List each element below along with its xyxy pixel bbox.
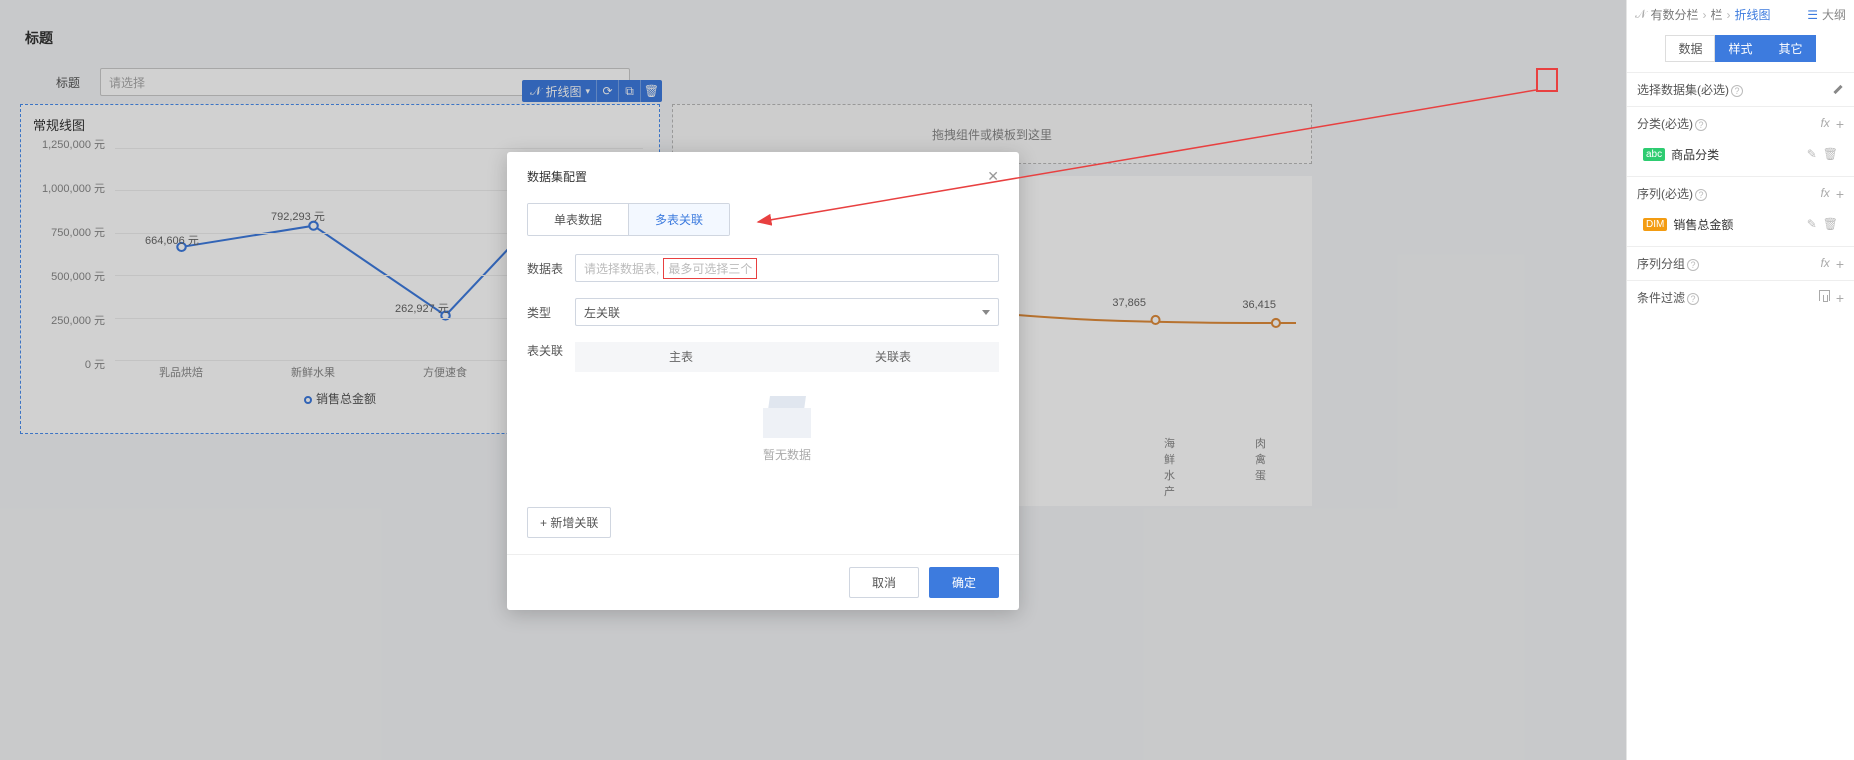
help-icon[interactable]: ? <box>1687 293 1699 305</box>
tab-other[interactable]: 其它 <box>1766 35 1816 62</box>
tab-single-table[interactable]: 单表数据 <box>528 204 629 235</box>
add-icon[interactable]: + <box>1836 116 1844 132</box>
edit-icon[interactable] <box>1832 84 1844 96</box>
placeholder-text: 请选择数据表, <box>584 260 659 277</box>
type-tag-abc: abc <box>1643 148 1665 161</box>
outline-button[interactable]: 大纲 <box>1822 6 1846 23</box>
ok-button[interactable]: 确定 <box>929 567 999 598</box>
pill-label: 商品分类 <box>1671 146 1801 163</box>
breadcrumb: 𝒩 有数分栏› 栏› 折线图 ☰ 大纲 <box>1627 0 1854 29</box>
help-icon[interactable]: ? <box>1695 119 1707 131</box>
breadcrumb-item[interactable]: 栏 <box>1711 6 1723 23</box>
chevron-down-icon <box>982 310 990 315</box>
section-title-group: 序列分组 <box>1637 257 1685 271</box>
section-title-dataset: 选择数据集(必选) <box>1637 83 1729 97</box>
right-panel: 𝒩 有数分栏› 栏› 折线图 ☰ 大纲 数据 样式 其它 选择数据集(必选)? … <box>1626 0 1854 760</box>
edit-icon[interactable]: ✎ <box>1807 147 1817 161</box>
col-main-table: 主表 <box>575 342 787 372</box>
dataset-config-modal: 数据集配置 ✕ 单表数据 多表关联 数据表 请选择数据表, 最多可选择三个 类型… <box>507 152 1019 610</box>
add-relation-button[interactable]: + 新增关联 <box>527 507 611 538</box>
type-tag-dim: DIM <box>1643 218 1667 231</box>
fx-icon[interactable]: fx <box>1820 116 1829 132</box>
empty-text: 暂无数据 <box>575 446 999 463</box>
close-icon[interactable]: ✕ <box>987 168 999 185</box>
tab-data[interactable]: 数据 <box>1665 35 1715 62</box>
breadcrumb-current: 折线图 <box>1735 6 1771 23</box>
section-title-filter: 条件过滤 <box>1637 291 1685 305</box>
tab-multi-table[interactable]: 多表关联 <box>629 204 729 235</box>
label-relation: 表关联 <box>527 342 575 359</box>
help-icon[interactable]: ? <box>1687 259 1699 271</box>
add-icon[interactable]: + <box>1836 256 1844 272</box>
empty-box-icon <box>759 396 815 438</box>
label-datatable: 数据表 <box>527 260 575 277</box>
chart-icon: 𝒩 <box>1635 7 1647 22</box>
tab-style[interactable]: 样式 <box>1715 35 1765 62</box>
fx-icon[interactable]: fx <box>1820 186 1829 202</box>
filter-icon[interactable] <box>1819 290 1830 301</box>
category-pill[interactable]: abc 商品分类 ✎ 🗑 <box>1637 140 1844 168</box>
cancel-button[interactable]: 取消 <box>849 567 919 598</box>
datatable-input[interactable]: 请选择数据表, 最多可选择三个 <box>575 254 999 282</box>
edit-icon[interactable]: ✎ <box>1807 217 1817 231</box>
section-title-series: 序列(必选) <box>1637 187 1693 201</box>
delete-icon[interactable]: 🗑 <box>1823 147 1838 161</box>
select-value: 左关联 <box>584 304 620 321</box>
breadcrumb-item[interactable]: 有数分栏 <box>1651 6 1699 23</box>
label-type: 类型 <box>527 304 575 321</box>
series-pill[interactable]: DIM 销售总金额 ✎ 🗑 <box>1637 210 1844 238</box>
modal-title: 数据集配置 <box>527 168 587 185</box>
col-rel-table: 关联表 <box>787 342 999 372</box>
add-icon[interactable]: + <box>1836 290 1844 306</box>
empty-state: 暂无数据 <box>575 372 999 473</box>
delete-icon[interactable]: 🗑 <box>1823 217 1838 231</box>
type-select[interactable]: 左关联 <box>575 298 999 326</box>
add-icon[interactable]: + <box>1836 186 1844 202</box>
fx-icon[interactable]: fx <box>1820 256 1829 272</box>
placeholder-limit: 最多可选择三个 <box>663 258 757 279</box>
pill-label: 销售总金额 <box>1673 216 1800 233</box>
outline-icon[interactable]: ☰ <box>1807 8 1818 22</box>
help-icon[interactable]: ? <box>1731 85 1743 97</box>
section-title-category: 分类(必选) <box>1637 117 1693 131</box>
help-icon[interactable]: ? <box>1695 189 1707 201</box>
